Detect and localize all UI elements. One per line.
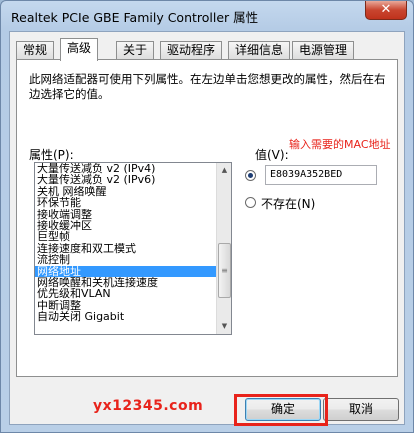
value-label: 值(V):	[255, 148, 289, 162]
window-title: Realtek PCIe GBE Family Controller 属性	[11, 10, 259, 25]
tab-advanced[interactable]: 高级	[60, 38, 99, 61]
watermark: yx12345.com	[93, 398, 204, 414]
property-list-item[interactable]: 连接速度和双工模式	[35, 243, 217, 254]
property-list-item[interactable]: 关机 网络唤醒	[35, 186, 217, 197]
property-list-item[interactable]: 流控制	[35, 254, 217, 265]
tab-power-management[interactable]: 电源管理	[292, 41, 355, 60]
tab-driver[interactable]: 驱动程序	[160, 41, 223, 60]
property-list-item[interactable]: 接收端调整	[35, 209, 217, 220]
properties-dialog: Realtek PCIe GBE Family Controller 属性 ✕ …	[0, 0, 414, 433]
property-label: 属性(P):	[29, 148, 74, 162]
dialog-client-area: 常规 高级 关于 驱动程序 详细信息 电源管理 此网络适配器可使用下列属性。在左…	[9, 31, 405, 425]
property-list-item[interactable]: 网络地址	[35, 265, 217, 277]
tab-details[interactable]: 详细信息	[228, 41, 291, 60]
description-text: 此网络适配器可使用下列属性。在左边单击您想更改的属性，然后在右边选择它的值。	[29, 72, 386, 101]
tab-strip: 常规 高级 关于 驱动程序 详细信息 电源管理	[16, 38, 400, 61]
property-list-item[interactable]: 环保节能	[35, 197, 217, 208]
property-list-item[interactable]: 大量传送减负 v2 (IPv6)	[35, 174, 217, 185]
value-radio[interactable]	[245, 170, 256, 181]
close-icon: ✕	[380, 2, 392, 17]
advanced-tab-panel: 此网络适配器可使用下列属性。在左边单击您想更改的属性，然后在右边选择它的值。 属…	[16, 59, 398, 377]
property-list-scrollbar[interactable]: ▲ ≡ ▼	[216, 163, 231, 334]
property-list-item[interactable]: 自动关闭 Gigabit	[35, 311, 217, 322]
mac-annotation: 输入需要的MAC地址	[289, 138, 391, 151]
title-bar[interactable]: Realtek PCIe GBE Family Controller 属性 ✕	[1, 1, 413, 31]
cancel-button[interactable]: 取消	[323, 398, 399, 421]
property-list-item[interactable]: 中断调整	[35, 300, 217, 311]
property-list-item[interactable]: 巨型帧	[35, 231, 217, 242]
scrollbar-thumb[interactable]: ≡	[218, 243, 231, 298]
tab-about[interactable]: 关于	[116, 41, 155, 60]
property-listbox[interactable]: 大量传送减负 v2 (IPv4) 大量传送减负 v2 (IPv6) 关机 网络唤醒环…	[34, 162, 232, 335]
tab-general[interactable]: 常规	[16, 41, 55, 60]
scroll-down-arrow-icon[interactable]: ▼	[217, 319, 231, 334]
not-exist-radio[interactable]	[245, 197, 256, 208]
close-button[interactable]: ✕	[365, 1, 407, 20]
property-list-items: 大量传送减负 v2 (IPv4) 大量传送减负 v2 (IPv6) 关机 网络唤醒环…	[35, 163, 217, 322]
scroll-up-arrow-icon[interactable]: ▲	[217, 163, 231, 178]
property-list-item[interactable]: 网络唤醒和关机连接速度	[35, 277, 217, 288]
value-input[interactable]: E8039A352BED	[265, 165, 377, 185]
property-list-item[interactable]: 接收缓冲区	[35, 220, 217, 231]
property-list-item[interactable]: 大量传送减负 v2 (IPv4)	[35, 163, 217, 174]
not-exist-label[interactable]: 不存在(N)	[261, 195, 315, 212]
ok-highlight-box	[234, 394, 328, 426]
property-list-item[interactable]: 优先级和VLAN	[35, 288, 217, 299]
